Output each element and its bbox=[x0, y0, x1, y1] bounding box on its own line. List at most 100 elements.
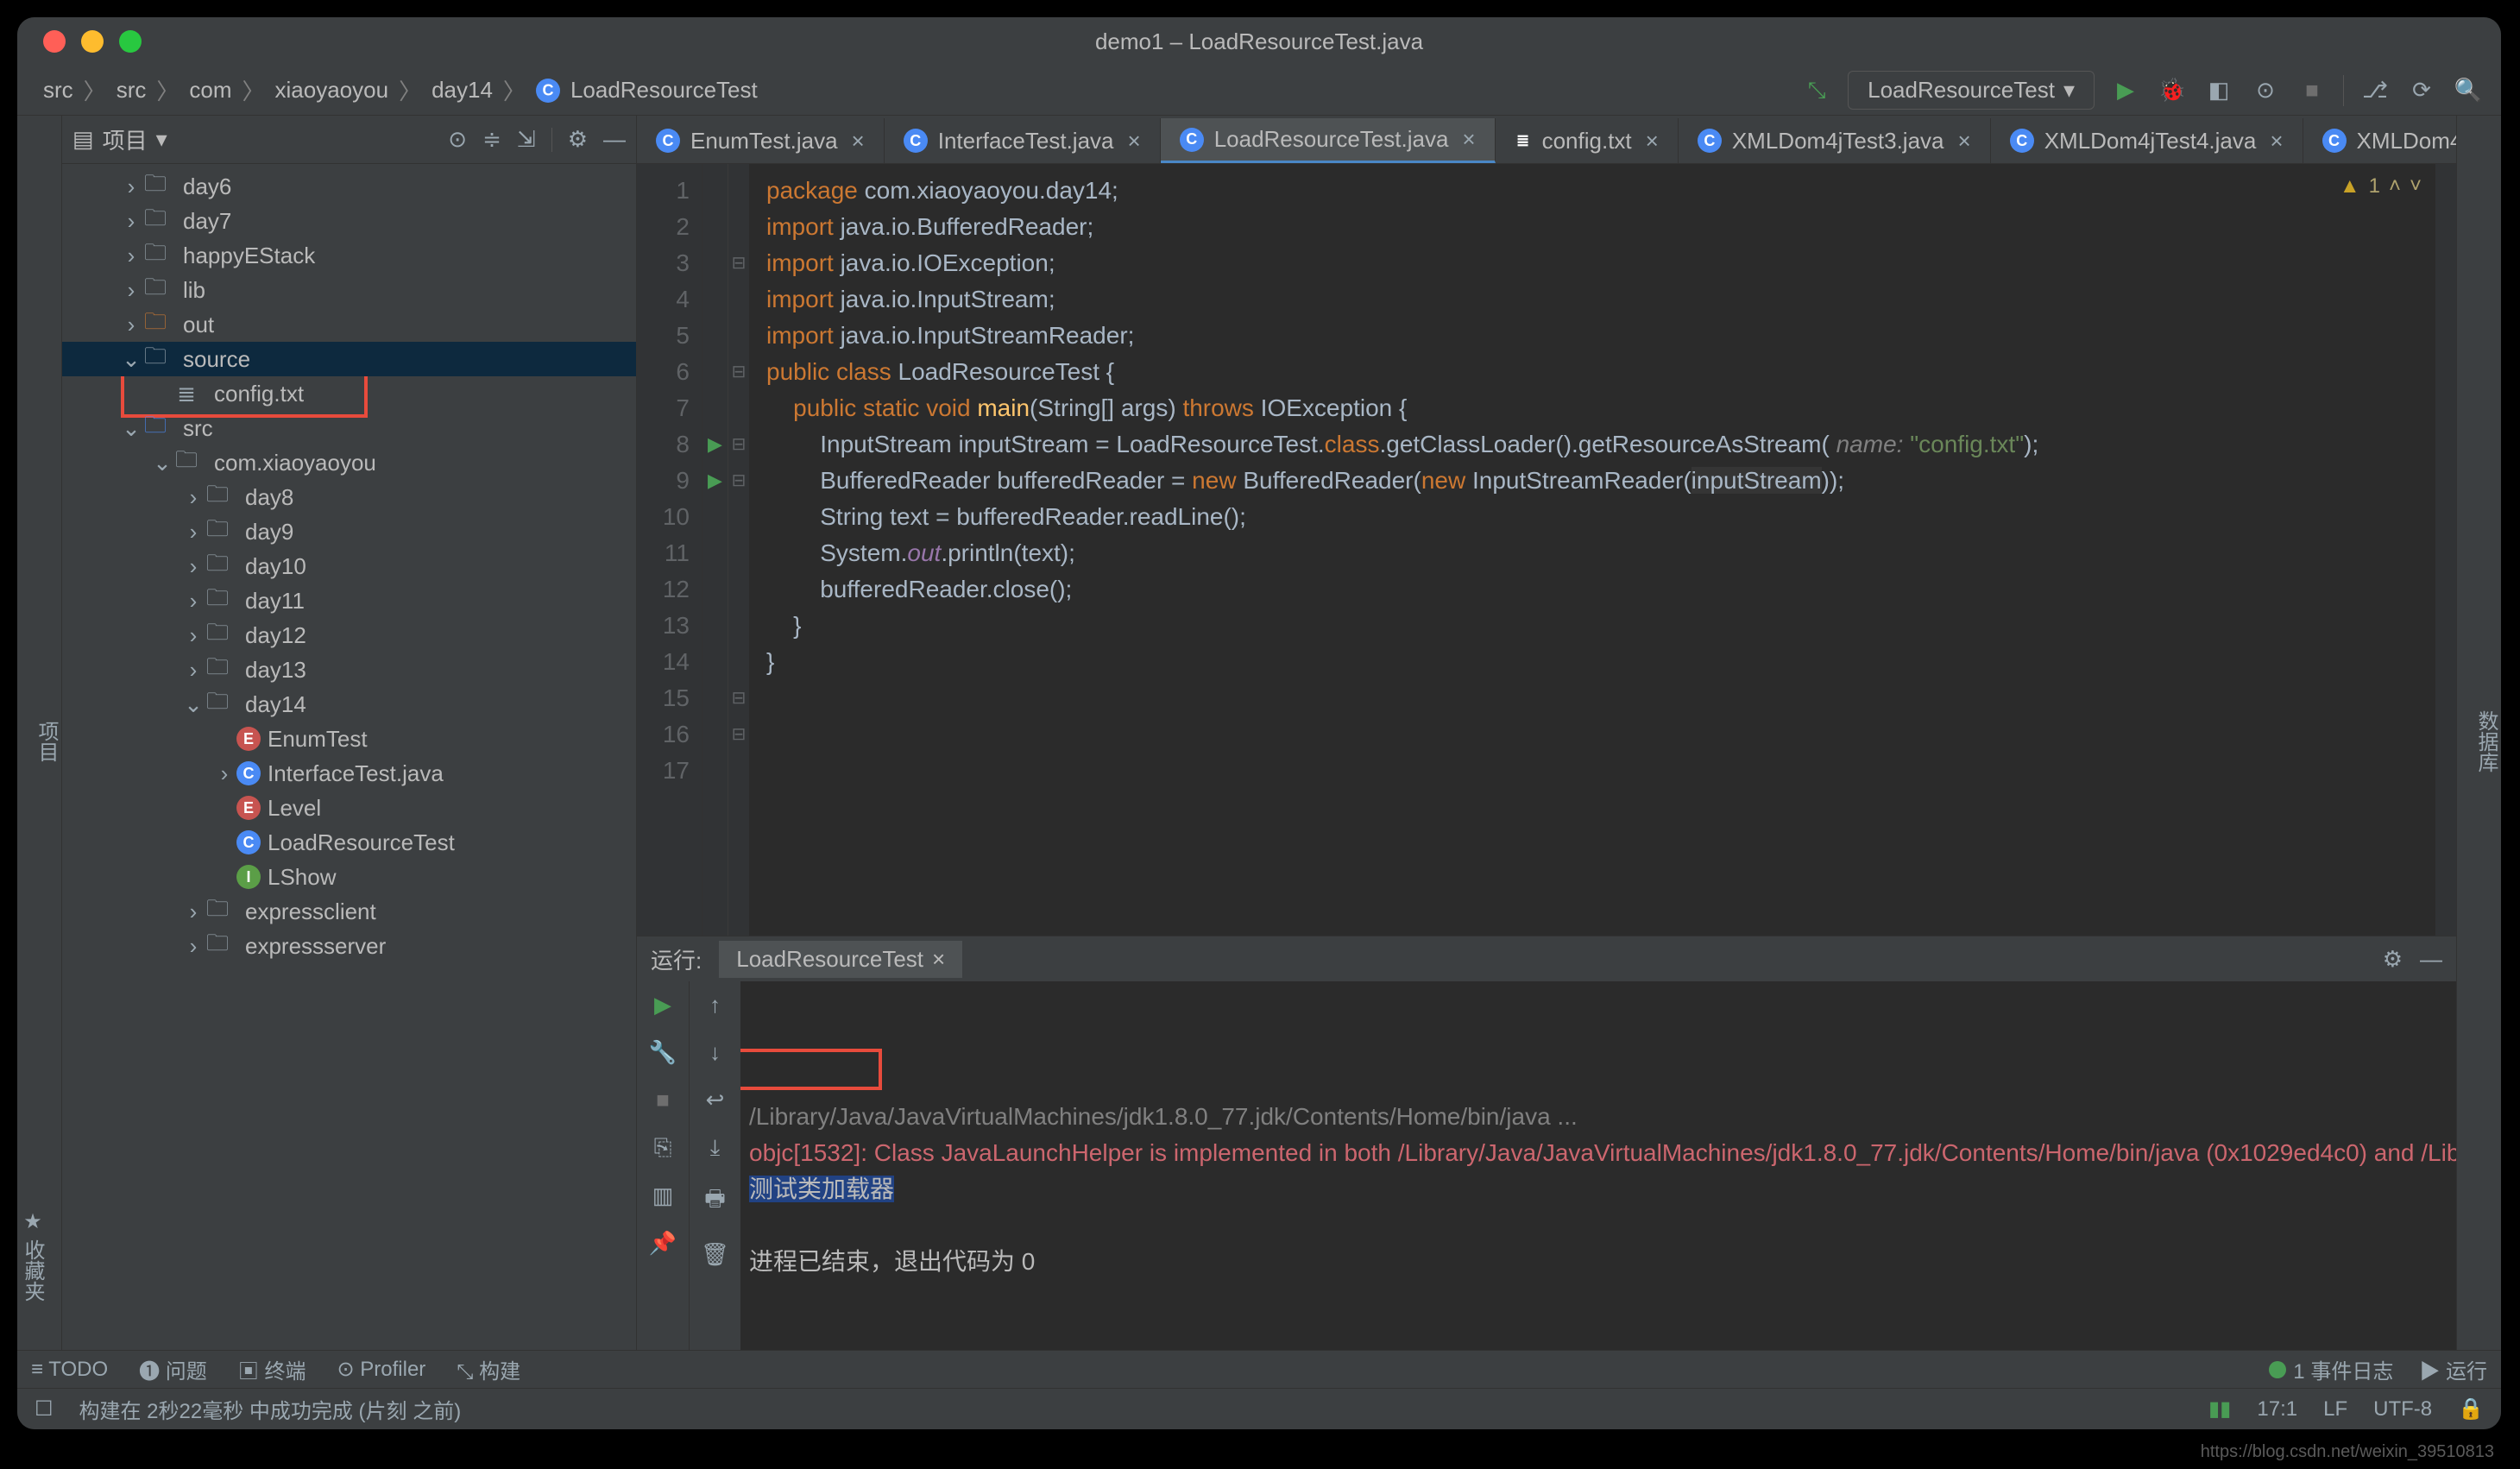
breadcrumb-item[interactable]: xiaoyaoyou bbox=[275, 77, 389, 104]
terminal-button[interactable]: ▣ 终端 bbox=[238, 1354, 306, 1384]
favorites-stripe[interactable]: ★ 收藏夹 bbox=[17, 1177, 62, 1350]
editor-tabs[interactable]: CEnumTest.java×CInterfaceTest.java×CLoad… bbox=[637, 116, 2456, 164]
editor-tab[interactable]: CInterfaceTest.java× bbox=[885, 118, 1161, 163]
breadcrumb-item[interactable]: com bbox=[189, 77, 231, 104]
up-icon[interactable]: ↑ bbox=[709, 992, 721, 1018]
chevron-down-icon[interactable]: ˅ bbox=[2410, 174, 2422, 199]
wrench-icon[interactable]: 🔧 bbox=[649, 1039, 677, 1066]
console-output[interactable]: /Library/Java/JavaVirtualMachines/jdk1.8… bbox=[740, 981, 2456, 1350]
git-branch-icon[interactable]: ⎇ bbox=[2359, 75, 2391, 106]
editor-tab[interactable]: CXMLDom4jTest4.java× bbox=[1991, 118, 2303, 163]
locate-icon[interactable]: ⊙ bbox=[448, 126, 467, 153]
left-tool-stripe[interactable]: 项目 bbox=[17, 116, 62, 1350]
window-close-button[interactable] bbox=[43, 30, 66, 53]
tree-row[interactable]: ⌄🗀day14 bbox=[62, 687, 636, 722]
hide-icon[interactable]: — bbox=[603, 126, 626, 153]
run-gutter[interactable]: ▶▶ bbox=[702, 164, 728, 936]
breadcrumb-item[interactable]: src bbox=[117, 77, 147, 104]
chevron-up-icon[interactable]: ˄ bbox=[2389, 174, 2401, 199]
tree-row[interactable]: ›🗀day8 bbox=[62, 480, 636, 514]
tree-row[interactable]: ›🗀lib bbox=[62, 273, 636, 307]
editor-tab[interactable]: CEnumTest.java× bbox=[637, 118, 885, 163]
breadcrumb-item[interactable]: LoadResourceTest bbox=[570, 77, 758, 104]
close-icon[interactable]: × bbox=[1462, 126, 1475, 153]
tree-row[interactable]: ⌄🗀source bbox=[62, 342, 636, 376]
chevron-down-icon[interactable]: ▾ bbox=[156, 126, 167, 153]
run-tab[interactable]: LoadResourceTest × bbox=[719, 941, 962, 978]
close-icon[interactable]: × bbox=[1646, 128, 1659, 154]
tree-row[interactable]: ILShow bbox=[62, 860, 636, 894]
print-icon[interactable]: 🖶 bbox=[704, 1182, 726, 1220]
run-button[interactable]: ▶ bbox=[2110, 75, 2141, 106]
tree-row[interactable]: ›🗀day13 bbox=[62, 653, 636, 687]
tree-row[interactable]: ›🗀out bbox=[62, 307, 636, 342]
close-icon[interactable]: × bbox=[1128, 128, 1141, 154]
tree-row[interactable]: ELevel bbox=[62, 791, 636, 825]
problems-button[interactable]: ❶ 问题 bbox=[139, 1354, 207, 1384]
inspection-badge[interactable]: ▲ 1 ˄ ˅ bbox=[2340, 174, 2422, 199]
database-tool-button[interactable]: 数据库 bbox=[2471, 133, 2501, 1350]
tree-row[interactable]: ›🗀expressclient bbox=[62, 894, 636, 929]
tree-row[interactable]: ›🗀day12 bbox=[62, 618, 636, 653]
indexing-indicator[interactable]: ▮▮ bbox=[2208, 1396, 2231, 1422]
debug-button[interactable]: 🐞 bbox=[2157, 75, 2188, 106]
update-project-icon[interactable]: ⟳ bbox=[2406, 75, 2437, 106]
editor-tab[interactable]: ≣config.txt× bbox=[1496, 118, 1679, 163]
close-icon[interactable]: × bbox=[852, 128, 865, 154]
tree-row[interactable]: CLoadResourceTest bbox=[62, 825, 636, 860]
console-toolbar[interactable]: ↑ ↓ ↩ ⤓ 🖶 🗑 bbox=[689, 981, 740, 1350]
tree-row[interactable]: ⌄🗀src bbox=[62, 411, 636, 445]
build-button[interactable]: ⤡ 构建 bbox=[457, 1354, 520, 1384]
project-tree[interactable]: ›🗀day6›🗀day7›🗀happyEStack›🗀lib›🗀out⌄🗀sou… bbox=[62, 164, 636, 1350]
scroll-end-icon[interactable]: ⤓ bbox=[710, 1134, 721, 1162]
stop-button[interactable]: ■ bbox=[656, 1087, 670, 1113]
caret-position[interactable]: 17:1 bbox=[2257, 1397, 2297, 1422]
tree-row[interactable]: ›🗀day7 bbox=[62, 204, 636, 238]
right-tool-stripe[interactable]: 数据库 结构 bbox=[2456, 116, 2501, 1350]
event-log-button[interactable]: 1 事件日志 bbox=[2269, 1354, 2393, 1384]
file-encoding[interactable]: UTF-8 bbox=[2373, 1397, 2432, 1422]
window-minimize-button[interactable] bbox=[81, 30, 104, 53]
close-icon[interactable]: × bbox=[1958, 128, 1971, 154]
close-icon[interactable]: × bbox=[2270, 128, 2283, 154]
down-icon[interactable]: ↓ bbox=[709, 1039, 721, 1066]
tree-row[interactable]: ›🗀day10 bbox=[62, 549, 636, 583]
gear-icon[interactable]: ⚙ bbox=[2383, 946, 2403, 973]
clear-icon[interactable]: 🗑 bbox=[701, 1241, 729, 1268]
lock-icon[interactable]: 🔒 bbox=[2458, 1396, 2484, 1422]
code-editor[interactable]: 1234567891011121314151617 ▶▶ ⊟ ⊟ ⊟⊟ ⊟⊟ p… bbox=[637, 164, 2456, 936]
breadcrumbs[interactable]: src〉 src〉 com〉 xiaoyaoyou〉 day14〉 LoadRe… bbox=[17, 74, 758, 106]
search-icon[interactable]: 🔍 bbox=[2453, 75, 2484, 106]
tree-row[interactable]: ›🗀day11 bbox=[62, 583, 636, 618]
expand-icon[interactable]: ⇲ bbox=[517, 126, 536, 153]
status-icon[interactable]: ☐ bbox=[35, 1396, 54, 1422]
run-side-toolbar[interactable]: ▶ 🔧 ■ ⎘ ▥ 📌 bbox=[637, 981, 689, 1350]
build-hammer-icon[interactable]: ⤡ bbox=[1801, 75, 1832, 106]
error-stripe[interactable] bbox=[2435, 164, 2456, 936]
gear-icon[interactable]: ⚙ bbox=[568, 126, 588, 153]
run-tool-button[interactable]: ▶ 运行 bbox=[2419, 1354, 2487, 1384]
tree-row[interactable]: ›🗀day9 bbox=[62, 514, 636, 549]
soft-wrap-icon[interactable]: ↩ bbox=[706, 1087, 725, 1113]
tree-row[interactable]: ›🗀expressserver bbox=[62, 929, 636, 963]
code-content[interactable]: package com.xiaoyaoyou.day14;import java… bbox=[749, 164, 2456, 936]
fold-gutter[interactable]: ⊟ ⊟ ⊟⊟ ⊟⊟ bbox=[728, 164, 749, 936]
collapse-icon[interactable]: ≑ bbox=[482, 126, 501, 153]
coverage-button[interactable]: ◧ bbox=[2203, 75, 2234, 106]
tree-row[interactable]: ≣config.txt bbox=[62, 376, 636, 411]
close-icon[interactable]: × bbox=[932, 946, 945, 973]
tree-row[interactable]: ›CInterfaceTest.java bbox=[62, 756, 636, 791]
dump-icon[interactable]: ⎘ bbox=[654, 1134, 672, 1162]
rerun-button[interactable]: ▶ bbox=[654, 992, 671, 1018]
editor-tab[interactable]: CLoadResourceTest.java× bbox=[1161, 118, 1496, 163]
bottom-tool-buttons[interactable]: ≡ TODO ❶ 问题 ▣ 终端 ⊙ Profiler ⤡ 构建 1 事件日志 … bbox=[17, 1350, 2501, 1388]
pin-icon[interactable]: 📌 bbox=[649, 1230, 677, 1257]
profiler-button[interactable]: ⊙ bbox=[2250, 75, 2281, 106]
stop-button[interactable]: ■ bbox=[2296, 75, 2328, 106]
breadcrumb-item[interactable]: day14 bbox=[432, 77, 493, 104]
tree-row[interactable]: ›🗀happyEStack bbox=[62, 238, 636, 273]
run-config-select[interactable]: LoadResourceTest ▾ bbox=[1848, 71, 2095, 110]
tree-row[interactable]: ⌄🗀com.xiaoyaoyou bbox=[62, 445, 636, 480]
tree-row[interactable]: EEnumTest bbox=[62, 722, 636, 756]
tree-row[interactable]: ›🗀day6 bbox=[62, 169, 636, 204]
